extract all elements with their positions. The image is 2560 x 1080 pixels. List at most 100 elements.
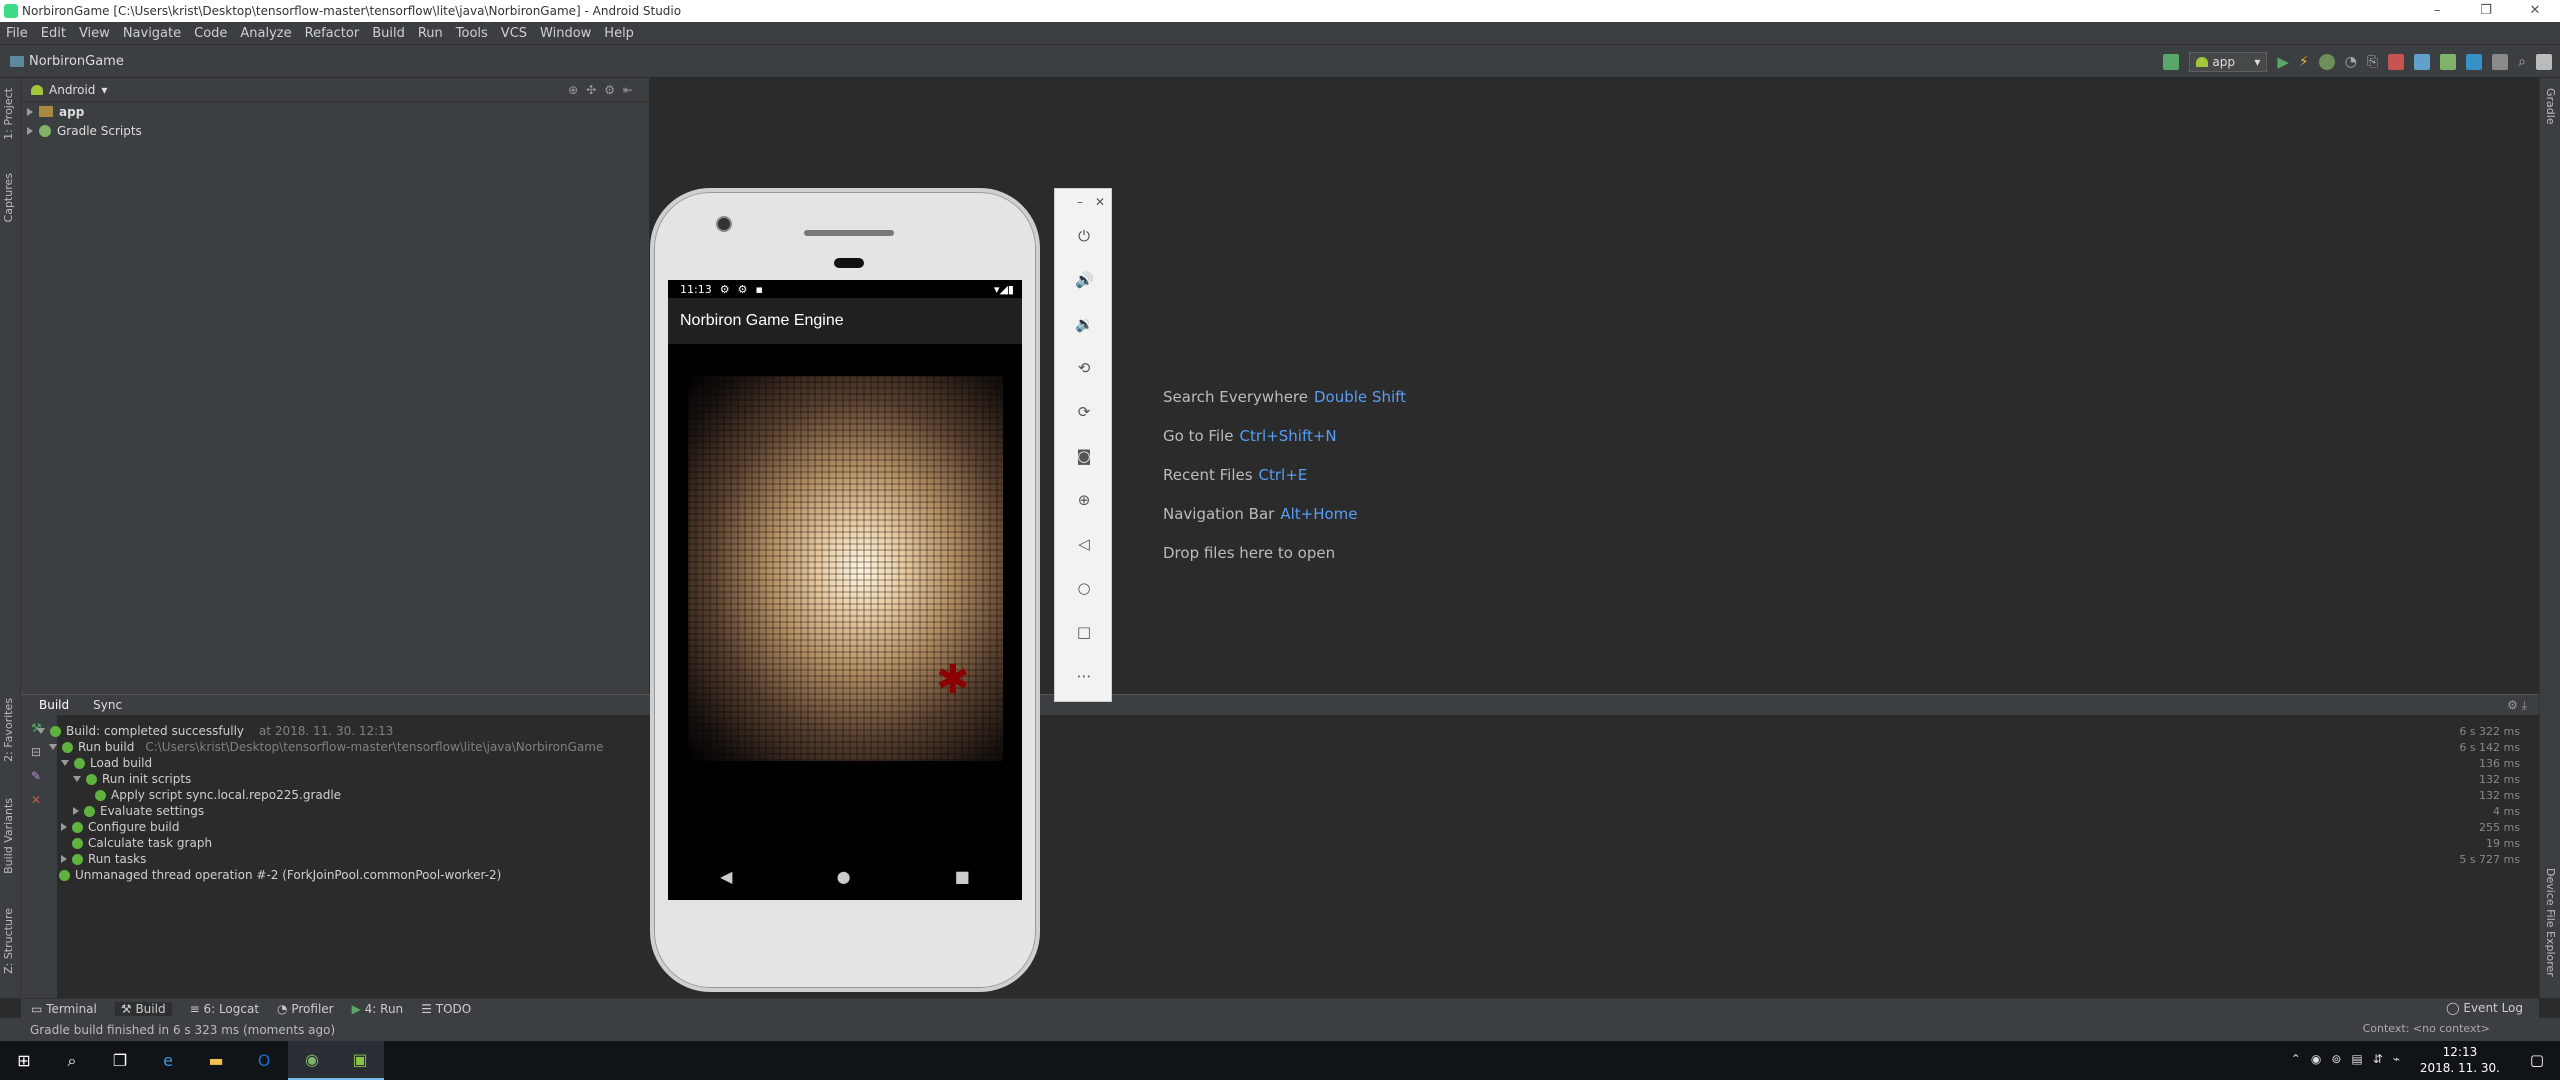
close-icon[interactable]: ✕ (31, 793, 41, 807)
edge-icon[interactable]: e (144, 1041, 192, 1080)
menu-vcs[interactable]: VCS (501, 26, 527, 41)
tab-profiler[interactable]: ◔ Profiler (277, 1002, 334, 1016)
collapse-arrow-icon[interactable] (61, 760, 69, 766)
build-row[interactable]: Configure build (61, 819, 179, 835)
android-studio-taskbar-icon[interactable]: ◉ (288, 1041, 336, 1080)
volume-down-icon[interactable]: 🔉 (1075, 315, 1094, 333)
tab-sync[interactable]: Sync (93, 698, 122, 712)
build-row[interactable]: Build: completed successfully at 2018. 1… (37, 723, 393, 739)
tree-item-app[interactable]: app (21, 102, 649, 121)
menu-analyze[interactable]: Analyze (240, 26, 291, 41)
build-row[interactable]: Apply script sync.local.repo225.gradle (95, 787, 341, 803)
build-row[interactable]: Load build (61, 755, 152, 771)
menu-navigate[interactable]: Navigate (123, 26, 181, 41)
run-play-icon[interactable]: ▶ (2277, 53, 2289, 71)
tab-build-bottom[interactable]: ⚒ Build (114, 1001, 172, 1016)
tab-build-variants[interactable]: Build Variants (2, 798, 15, 874)
run-configuration-select[interactable]: app ▾ (2189, 52, 2268, 72)
menu-edit[interactable]: Edit (41, 26, 66, 41)
volume-up-icon[interactable]: 🔊 (1075, 271, 1094, 289)
system-tray-icons[interactable]: ⌃◉⊚▤⇵⌁ (2291, 1052, 2410, 1066)
build-row[interactable]: Run init scripts (73, 771, 191, 787)
emulator-taskbar-icon[interactable]: ▣ (336, 1041, 384, 1080)
tree-item-gradle-scripts[interactable]: Gradle Scripts (21, 121, 649, 140)
expand-arrow-icon[interactable] (27, 126, 33, 135)
filter-icon[interactable]: ⊟ (31, 745, 41, 759)
start-button[interactable]: ⊞ (0, 1041, 48, 1080)
home-button[interactable]: ● (837, 867, 851, 886)
tab-captures[interactable]: Captures (2, 173, 15, 222)
home-icon[interactable]: ○ (1075, 579, 1093, 597)
overview-button[interactable]: ■ (955, 867, 970, 886)
project-structure-icon[interactable] (2492, 54, 2509, 70)
status-message[interactable]: Gradle build finished in 6 s 323 ms (mom… (30, 1023, 335, 1037)
maximize-button[interactable]: ❐ (2463, 0, 2509, 22)
outlook-icon[interactable]: O (240, 1041, 288, 1080)
make-project-hammer-icon[interactable] (2163, 54, 2180, 70)
more-icon[interactable]: ⋯ (1075, 667, 1093, 685)
rotate-right-icon[interactable]: ⟳ (1075, 403, 1093, 421)
menu-code[interactable]: Code (194, 26, 227, 41)
rotate-left-icon[interactable]: ⟲ (1075, 359, 1093, 377)
stop-icon[interactable] (2388, 54, 2405, 70)
apply-changes-icon[interactable]: ⚡ (2299, 54, 2309, 70)
project-view-mode[interactable]: Android (49, 83, 95, 97)
menu-window[interactable]: Window (540, 26, 591, 41)
chevron-down-icon[interactable]: ▾ (101, 83, 107, 97)
build-row[interactable]: Evaluate settings (73, 803, 204, 819)
gear-icon[interactable]: ⚙ ⤓ (2507, 698, 2527, 713)
collapse-arrow-icon[interactable] (37, 728, 45, 734)
emulator-minimize-button[interactable]: – (1077, 195, 1083, 215)
collapse-arrow-icon[interactable] (73, 776, 81, 782)
tab-terminal[interactable]: ▭ Terminal (31, 1002, 97, 1016)
panel-actions[interactable]: ⊕✣⚙⇤ (568, 83, 641, 97)
menu-help[interactable]: Help (604, 26, 634, 41)
build-row[interactable]: Calculate task graph (72, 835, 212, 851)
breadcrumb-project[interactable]: NorbironGame (29, 54, 124, 69)
attach-debugger-icon[interactable]: ⎘ (2367, 54, 2378, 70)
task-view-icon[interactable]: ❐ (96, 1041, 144, 1080)
tab-structure[interactable]: Z: Structure (2, 908, 15, 974)
tab-favorites[interactable]: 2: Favorites (2, 698, 15, 762)
file-explorer-icon[interactable]: ▬ (192, 1041, 240, 1080)
expand-arrow-icon[interactable] (73, 807, 79, 815)
build-row[interactable]: Run tasks (61, 851, 146, 867)
collapse-arrow-icon[interactable] (49, 744, 57, 750)
menu-tools[interactable]: Tools (456, 26, 488, 41)
taskbar-clock[interactable]: 12:13 2018. 11. 30. (2420, 1044, 2500, 1076)
tab-logcat[interactable]: ≡ 6: Logcat (190, 1002, 259, 1016)
expand-arrow-icon[interactable] (61, 823, 67, 831)
close-button[interactable]: ✕ (2512, 0, 2558, 22)
menu-refactor[interactable]: Refactor (305, 26, 360, 41)
emulator-close-button[interactable]: ✕ (1095, 195, 1105, 215)
avd-manager-icon[interactable] (2440, 54, 2457, 70)
sync-gradle-icon[interactable] (2414, 54, 2431, 70)
menu-view[interactable]: View (79, 26, 110, 41)
settings-window-icon[interactable] (2536, 54, 2552, 70)
tab-todo[interactable]: ☰ TODO (421, 1002, 471, 1016)
back-button[interactable]: ◀ (720, 867, 732, 886)
build-row[interactable]: Unmanaged thread operation #-2 (ForkJoin… (59, 867, 501, 883)
event-log-button[interactable]: ◯ Event Log (2446, 1001, 2523, 1015)
menu-run[interactable]: Run (418, 26, 443, 41)
menu-build[interactable]: Build (372, 26, 405, 41)
tab-project[interactable]: 1: Project (2, 88, 15, 140)
expand-arrow-icon[interactable] (27, 107, 33, 116)
tab-run[interactable]: ▶ 4: Run (352, 1002, 404, 1016)
game-view[interactable]: ✱ (688, 376, 1003, 761)
tab-device-file-explorer[interactable]: Device File Explorer (2544, 868, 2557, 977)
expand-arrow-icon[interactable] (61, 855, 67, 863)
pin-icon[interactable]: ✎ (31, 769, 41, 783)
search-icon[interactable]: ⌕ (48, 1041, 96, 1080)
sdk-manager-icon[interactable] (2466, 54, 2483, 70)
back-icon[interactable]: ◁ (1075, 535, 1093, 553)
overview-icon[interactable]: □ (1075, 623, 1093, 641)
profile-icon[interactable]: ◔ (2345, 54, 2357, 70)
notifications-icon[interactable]: ▢ (2530, 1051, 2544, 1069)
camera-icon[interactable]: ◙ (1075, 447, 1093, 465)
search-icon[interactable]: ⌕ (2518, 54, 2526, 70)
debug-bug-icon[interactable] (2318, 54, 2335, 70)
tab-gradle[interactable]: Gradle (2544, 88, 2557, 125)
breadcrumb[interactable]: NorbironGame (10, 54, 124, 69)
minimize-button[interactable]: – (2414, 0, 2460, 22)
